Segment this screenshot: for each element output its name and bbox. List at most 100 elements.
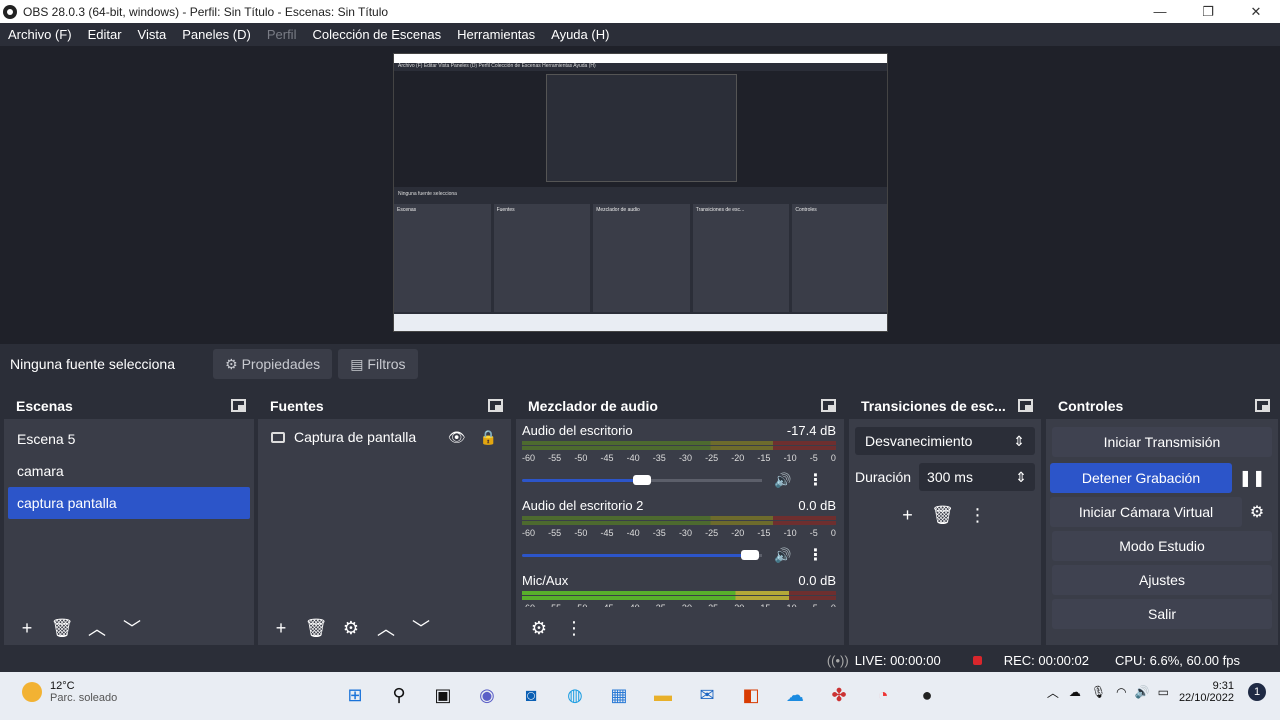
clock-time[interactable]: 9:31 (1179, 680, 1234, 692)
undock-icon[interactable] (1255, 399, 1270, 412)
edge-icon[interactable]: ◍ (558, 680, 592, 710)
volume-fader[interactable] (522, 474, 762, 485)
maximize-icon[interactable]: ❐ (1184, 0, 1232, 23)
rec-status: REC: 00:00:02 (957, 653, 1089, 668)
chevron-up-icon[interactable]: ︿ (371, 614, 401, 642)
cloud-icon[interactable]: ☁ (778, 680, 812, 710)
speaker-icon[interactable]: 🔊 (774, 547, 791, 564)
add-icon[interactable]: + (12, 614, 42, 642)
properties-button[interactable]: ⚙ Propiedades (213, 349, 333, 379)
menu-vista[interactable]: Vista (130, 27, 175, 42)
filters-button[interactable]: ▤ Filtros (338, 349, 418, 379)
menu-dots-icon[interactable]: ⋮ (807, 470, 823, 490)
chrome-icon[interactable]: ◔ (866, 680, 900, 710)
scene-item[interactable]: Escena 5 (4, 423, 254, 455)
folder-icon[interactable]: ▬ (646, 680, 680, 710)
store-icon[interactable]: ▦ (602, 680, 636, 710)
start-stream-button[interactable]: Iniciar Transmisión (1052, 427, 1272, 457)
menu-coleccion[interactable]: Colección de Escenas (304, 27, 449, 42)
add-icon[interactable]: + (893, 501, 923, 529)
eye-icon[interactable]: 👁 (448, 429, 466, 445)
gear-icon[interactable]: ⚙ (1242, 497, 1272, 527)
notification-badge[interactable]: 1 (1248, 683, 1266, 701)
trash-icon[interactable]: 🗑 (301, 614, 331, 642)
volume-icon[interactable]: 🔊 (1135, 685, 1150, 699)
apps-icon[interactable]: ✤ (822, 680, 856, 710)
tray-chevron-icon[interactable]: ︿ (1047, 684, 1059, 701)
search-icon[interactable]: ⚲ (382, 680, 416, 710)
undock-icon[interactable] (231, 399, 246, 412)
speaker-icon[interactable]: 🔊 (774, 472, 791, 489)
fader-knob[interactable] (633, 474, 651, 485)
start-windows-icon[interactable]: ⊞ (338, 680, 372, 710)
scale-tick: -55 (548, 453, 562, 463)
mini-dock: Mezclador de audio (593, 204, 690, 312)
menu-editar[interactable]: Editar (80, 27, 130, 42)
scene-item[interactable]: camara (4, 455, 254, 487)
wifi-icon[interactable]: ◠ (1116, 685, 1126, 699)
lock-icon[interactable]: 🔒 (480, 429, 497, 445)
transitions-dock: Transiciones de esc... Desvanecimiento ⇕ … (849, 392, 1041, 645)
trash-icon[interactable]: 🗑 (47, 614, 77, 642)
virtual-cam-button[interactable]: Iniciar Cámara Virtual (1050, 497, 1242, 527)
mail-icon[interactable]: ✉ (690, 680, 724, 710)
gear-icon[interactable]: ⚙ (336, 614, 366, 642)
transition-select[interactable]: Desvanecimiento ⇕ (855, 427, 1035, 455)
scale-tick: -50 (574, 603, 587, 607)
volume-fader[interactable] (522, 549, 762, 560)
gear-icon: ⚙ (225, 355, 238, 372)
chat-icon[interactable]: ◉ (470, 680, 504, 710)
menu-ayuda[interactable]: Ayuda (H) (543, 27, 617, 42)
undock-icon[interactable] (1018, 399, 1033, 412)
chevron-down-icon[interactable]: ﹀ (117, 614, 147, 642)
minimize-icon[interactable]: — (1136, 0, 1184, 23)
menu-paneles[interactable]: Paneles (D) (174, 27, 259, 42)
menu-perfil[interactable]: Perfil (259, 27, 305, 42)
advanced-audio-gear-icon[interactable]: ⚙ (524, 614, 554, 642)
source-item[interactable]: Captura de pantalla 👁 🔒 (258, 421, 511, 453)
trash-icon[interactable]: 🗑 (928, 501, 958, 529)
volume-meter (522, 446, 836, 450)
mixer-channel: Audio del escritorio -17.4 dB -60 -55 -50 -45… (516, 419, 844, 494)
settings-button[interactable]: Ajustes (1052, 565, 1272, 595)
menu-dots-icon[interactable]: ⋮ (807, 545, 823, 565)
mini-taskbar (394, 314, 887, 331)
menu-herramientas[interactable]: Herramientas (449, 27, 543, 42)
obs-taskbar-icon[interactable]: ● (910, 680, 944, 710)
office-icon[interactable]: ◧ (734, 680, 768, 710)
mic-icon[interactable]: 🎙 (1091, 685, 1106, 699)
exit-button[interactable]: Salir (1052, 599, 1272, 629)
undock-icon[interactable] (488, 399, 503, 412)
weather-widget[interactable]: 12°C Parc. soleado (22, 680, 117, 704)
mini-dock: Controles (792, 204, 887, 312)
battery-icon[interactable]: ▭ (1158, 685, 1169, 699)
meter-scale: -60-55-50-45-40-35-30-25-20-15-10-50 (522, 528, 836, 538)
menu-dots-icon[interactable]: ⋮ (963, 501, 993, 529)
close-icon[interactable]: ✕ (1232, 0, 1280, 23)
scale-tick: -30 (678, 528, 692, 538)
channel-name: Audio del escritorio (522, 423, 633, 438)
menu-dots-icon[interactable]: ⋮ (559, 614, 589, 642)
chevron-down-icon[interactable]: ﹀ (406, 614, 436, 642)
stepper-icon[interactable]: ⇕ (1015, 469, 1027, 486)
duration-input[interactable]: 300 ms ⇕ (919, 463, 1035, 491)
mini-menu: Archivo (F) Editar Vista Paneles (D) Per… (394, 63, 887, 71)
transitions-title: Transiciones de esc... (861, 397, 1006, 414)
scene-item-selected[interactable]: captura pantalla (8, 487, 250, 519)
task-view-icon[interactable]: ▣ (426, 680, 460, 710)
network-icon[interactable]: ☁ (1069, 685, 1081, 699)
stop-record-button[interactable]: Detener Grabación (1050, 463, 1232, 493)
add-icon[interactable]: + (266, 614, 296, 642)
menu-archivo[interactable]: Archivo (F) (0, 27, 80, 42)
studio-mode-button[interactable]: Modo Estudio (1052, 531, 1272, 561)
chevron-up-icon[interactable]: ︿ (82, 614, 112, 642)
app-icon[interactable]: ◙ (514, 680, 548, 710)
fader-knob[interactable] (741, 549, 759, 560)
volume-meter (522, 516, 836, 520)
pause-icon[interactable]: ❚❚ (1232, 463, 1272, 493)
windows-taskbar: 12°C Parc. soleado ⊞ ⚲ ▣ ◉ ◙ ◍ ▦ ▬ ✉ ◧ ☁ … (0, 672, 1280, 720)
scale-tick: -60 (522, 603, 535, 607)
undock-icon[interactable] (821, 399, 836, 412)
controls-dock: Controles Iniciar Transmisión Detener Gr… (1046, 392, 1278, 645)
clock-date[interactable]: 22/10/2022 (1179, 692, 1234, 704)
